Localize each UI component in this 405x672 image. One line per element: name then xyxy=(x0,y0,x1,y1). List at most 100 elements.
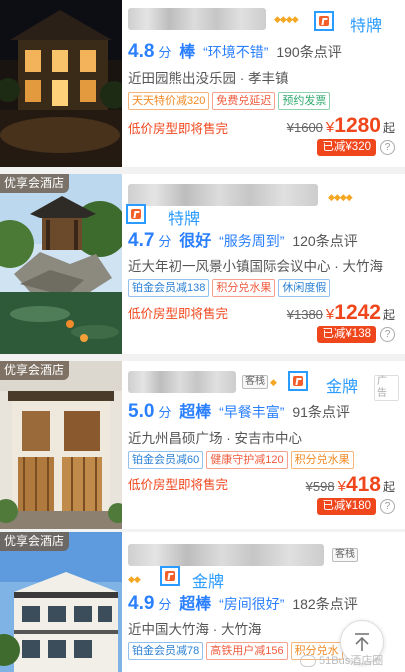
price: 418 xyxy=(345,473,381,496)
help-icon[interactable]: ? xyxy=(380,140,395,156)
rating-word: 棒 xyxy=(179,44,196,61)
level-badge: 特牌 xyxy=(350,18,383,35)
thumb-up-icon xyxy=(288,371,308,391)
currency: ¥ xyxy=(337,478,346,495)
hotel-info: ◆◆◆◆ 特牌 4.8 分 棒 “环境不错” 190条点评 近田园熊出没乐园 ·… xyxy=(128,0,399,167)
price: 1242 xyxy=(334,301,381,324)
review-count[interactable]: 190条点评 xyxy=(276,44,341,60)
review-count[interactable]: 91条点评 xyxy=(292,404,350,420)
hotel-photo[interactable]: 优享会酒店 xyxy=(0,174,122,354)
hotel-name-blurred xyxy=(128,371,236,393)
hotel-name-blurred xyxy=(128,544,324,566)
tag-list: 铂金会员减138 积分兑水果 休闲度假 xyxy=(128,278,333,297)
score-unit: 分 xyxy=(158,405,172,420)
tag: 铂金会员减60 xyxy=(128,451,204,469)
review-quote: “服务周到” xyxy=(219,233,285,249)
availability-note: 低价房型即将售完 xyxy=(128,478,229,492)
discount-row: 已减¥138? xyxy=(317,326,395,344)
price-row: ¥1380 ¥1242 起 xyxy=(287,301,395,325)
rating-row: 5.0 分 超棒 “早餐丰富” 91条点评 xyxy=(128,398,350,423)
price-suffix: 起 xyxy=(382,480,395,494)
level-badge: 金牌 xyxy=(326,379,359,396)
tag: 休闲度假 xyxy=(278,279,331,297)
location: 近田园熊出没乐园 · 孝丰镇 xyxy=(128,71,289,86)
watermark-text: 51Bus酒店圈 xyxy=(319,655,384,667)
rating-word: 很好 xyxy=(179,233,212,250)
currency: ¥ xyxy=(325,119,335,136)
diamond-icon: ◆◆◆◆ xyxy=(274,14,299,24)
discount-badge: 已减¥320 xyxy=(317,139,376,157)
tag: 高铁用户减156 xyxy=(206,642,288,660)
rating-row: 4.9 分 超棒 “房间很好” 182条点评 xyxy=(128,590,358,615)
tag: 铂金会员减138 xyxy=(128,279,210,297)
thumb-up-icon xyxy=(160,566,180,586)
score: 4.8 xyxy=(128,41,155,62)
score-unit: 分 xyxy=(158,597,172,612)
ad-label: 广告 xyxy=(374,375,399,401)
score-unit: 分 xyxy=(158,234,172,249)
hotel-card[interactable]: ◆◆◆◆ 特牌 4.8 分 棒 “环境不错” 190条点评 近田园熊出没乐园 ·… xyxy=(0,0,405,167)
availability-note: 低价房型即将售完 xyxy=(128,122,229,136)
promo-tag: 优享会酒店 xyxy=(0,174,70,193)
thumb-up-icon xyxy=(314,11,334,31)
availability-note: 低价房型即将售完 xyxy=(128,307,229,321)
rating-row: 4.8 分 棒 “环境不错” 190条点评 xyxy=(128,38,342,63)
tag: 铂金会员减78 xyxy=(128,642,204,660)
hotel-name-blurred xyxy=(128,8,266,30)
level-badge: 特牌 xyxy=(168,211,201,228)
score-unit: 分 xyxy=(158,45,172,60)
tag: 健康守护减120 xyxy=(206,451,288,469)
price-suffix: 起 xyxy=(382,121,395,135)
arrow-up-icon xyxy=(355,633,369,651)
tag: 免费兑延迟 xyxy=(212,92,276,110)
tag-list: 天天特价减320 免费兑延迟 预约发票 xyxy=(128,91,333,110)
hotel-photo[interactable]: 优享会酒店 xyxy=(0,361,122,529)
rating-word: 超棒 xyxy=(179,596,212,613)
rating-row: 4.7 分 很好 “服务周到” 120条点评 xyxy=(128,227,358,252)
review-quote: “环境不错” xyxy=(203,44,269,60)
location: 近九州昌硕广场 · 安吉市中心 xyxy=(128,431,302,446)
promo-tag: 优享会酒店 xyxy=(0,361,70,380)
price-row: ¥1600 ¥1280 起 xyxy=(287,114,395,138)
review-quote: “早餐丰富” xyxy=(219,404,285,420)
diamond-icon: ◆◆ xyxy=(128,574,141,584)
hotel-card[interactable]: 优享会酒店 客栈 ◆ 金牌 广告 5.0 分 超棒 “早餐丰富” 91条点评 近… xyxy=(0,361,405,529)
location: 近中国大竹海 · 大竹海 xyxy=(128,622,262,637)
hotel-photo[interactable]: 优享会酒店 xyxy=(0,532,122,672)
review-quote: “房间很好” xyxy=(219,596,285,612)
level-badge: 金牌 xyxy=(192,574,225,591)
hotel-card[interactable]: 优享会酒店 ◆◆◆◆ 特牌 4.7 分 很好 “服务周到” 120条点评 近大年… xyxy=(0,174,405,354)
property-type-badge: 客栈 xyxy=(332,548,358,562)
watermark: 51Bus酒店圈 xyxy=(300,652,383,668)
currency: ¥ xyxy=(325,306,335,323)
thumb-up-icon xyxy=(126,204,146,224)
hotel-photo[interactable] xyxy=(0,0,122,167)
price-row: ¥598 ¥418 起 xyxy=(306,473,395,497)
diamond-icon: ◆◆◆◆ xyxy=(328,192,353,202)
help-icon[interactable]: ? xyxy=(380,499,395,515)
rating-word: 超棒 xyxy=(179,404,212,421)
discount-row: 已减¥320? xyxy=(317,139,395,157)
tag-list: 铂金会员减60 健康守护减120 积分兑水果 xyxy=(128,450,357,469)
diamond-icon: ◆ xyxy=(270,377,277,387)
price: 1280 xyxy=(334,114,381,137)
score: 5.0 xyxy=(128,401,155,422)
price-suffix: 起 xyxy=(382,308,395,322)
wechat-icon xyxy=(300,655,316,668)
tag: 积分兑水果 xyxy=(212,279,276,297)
hotel-info: ◆◆◆◆ 特牌 4.7 分 很好 “服务周到” 120条点评 近大年初一风景小镇… xyxy=(126,174,399,354)
location: 近大年初一风景小镇国际会议中心 · 大竹海 xyxy=(128,259,383,274)
original-price: ¥598 xyxy=(305,479,335,494)
discount-badge: 已减¥138 xyxy=(317,326,376,344)
original-price: ¥1380 xyxy=(286,307,323,322)
property-type-badge: 客栈 xyxy=(242,375,268,389)
discount-badge: 已减¥180 xyxy=(317,498,376,516)
promo-tag: 优享会酒店 xyxy=(0,532,70,551)
review-count[interactable]: 120条点评 xyxy=(292,233,357,249)
review-count[interactable]: 182条点评 xyxy=(292,596,357,612)
help-icon[interactable]: ? xyxy=(380,327,395,343)
score: 4.9 xyxy=(128,593,155,614)
tag: 天天特价减320 xyxy=(128,92,210,110)
hotel-name-blurred xyxy=(128,184,318,206)
score: 4.7 xyxy=(128,230,155,251)
